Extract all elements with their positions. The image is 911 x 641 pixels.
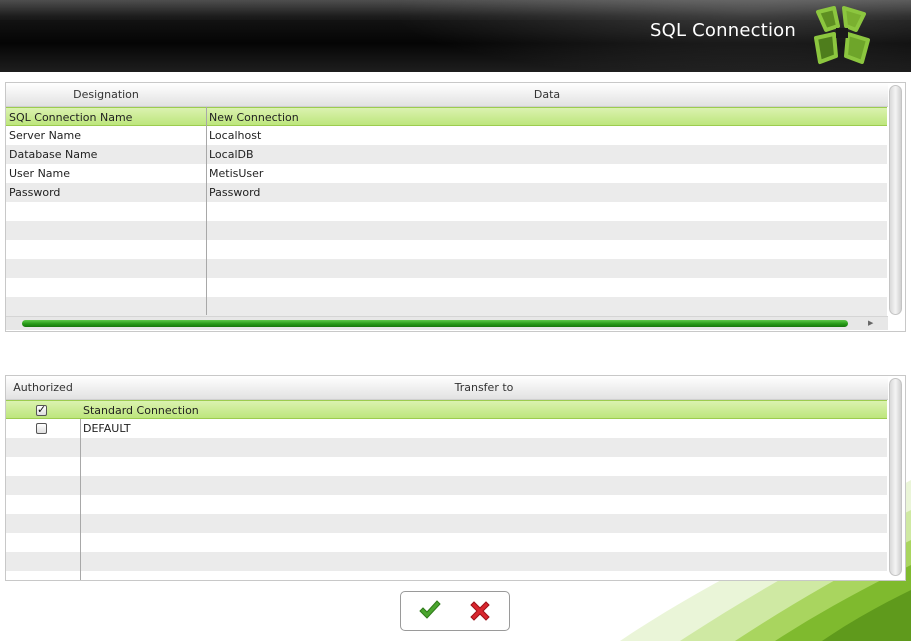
column-header-transfer-to[interactable]: Transfer to [80,376,888,399]
transfer-grid-header: Authorized Transfer to [6,376,888,400]
column-divider [80,419,81,580]
column-divider [206,107,207,315]
window-title: SQL Connection [650,20,796,41]
empty-row [6,457,887,476]
app-logo-icon [814,6,870,64]
empty-row [6,438,887,457]
empty-row [6,278,887,297]
cell-designation[interactable]: Password [9,183,60,202]
empty-row [6,221,887,240]
column-header-designation[interactable]: Designation [6,83,206,106]
empty-row [6,571,887,580]
authorized-checkbox-checked[interactable]: ✓ [36,403,47,416]
column-header-data[interactable]: Data [206,83,888,106]
close-icon [470,601,490,621]
empty-row [6,476,887,495]
title-bar: SQL Connection [0,0,911,72]
authorized-checkbox[interactable] [36,423,47,434]
empty-row [6,240,887,259]
transfer-grid: Authorized Transfer to ✓ Standard Connec… [5,375,906,581]
cell-data[interactable]: Password [209,183,260,202]
empty-row [6,259,887,278]
cell-data[interactable]: LocalDB [209,145,254,164]
empty-row [6,514,887,533]
cell-designation[interactable]: Server Name [9,126,81,145]
column-header-authorized[interactable]: Authorized [6,376,80,399]
empty-row [6,202,887,221]
dialog-buttons [400,591,510,631]
confirm-button[interactable] [417,598,443,624]
vertical-scrollbar[interactable] [889,378,902,576]
cancel-button[interactable] [467,598,493,624]
cell-data[interactable]: Localhost [209,126,261,145]
cell-data[interactable]: MetisUser [209,164,263,183]
grid-row[interactable]: Server Name Localhost [6,126,887,145]
scroll-right-icon[interactable]: ▶ [868,317,873,330]
checkmark-icon: ✓ [37,403,47,416]
empty-row [6,552,887,571]
cell-designation[interactable]: User Name [9,164,70,183]
cell-designation[interactable]: SQL Connection Name [9,108,132,127]
cell-transfer-to[interactable]: DEFAULT [83,419,131,438]
empty-row [6,495,887,514]
empty-row [6,297,887,316]
horizontal-scrollbar-thumb[interactable] [22,320,848,327]
empty-row [6,533,887,552]
connection-grid-header: Designation Data [6,83,888,107]
horizontal-scrollbar[interactable]: ▶ [6,316,888,330]
grid-row[interactable]: User Name MetisUser [6,164,887,183]
grid-row-selected[interactable]: SQL Connection Name New Connection [6,107,887,126]
vertical-scrollbar[interactable] [889,85,902,315]
cell-designation[interactable]: Database Name [9,145,97,164]
grid-row[interactable]: Password Password [6,183,887,202]
connection-properties-grid: Designation Data SQL Connection Name New… [5,82,906,332]
cell-transfer-to[interactable]: Standard Connection [83,401,199,420]
transfer-row-selected[interactable]: ✓ Standard Connection [6,400,887,419]
grid-row[interactable]: Database Name LocalDB [6,145,887,164]
checkmark-icon [419,600,441,619]
transfer-row[interactable]: DEFAULT [6,419,887,438]
cell-data[interactable]: New Connection [209,108,299,127]
